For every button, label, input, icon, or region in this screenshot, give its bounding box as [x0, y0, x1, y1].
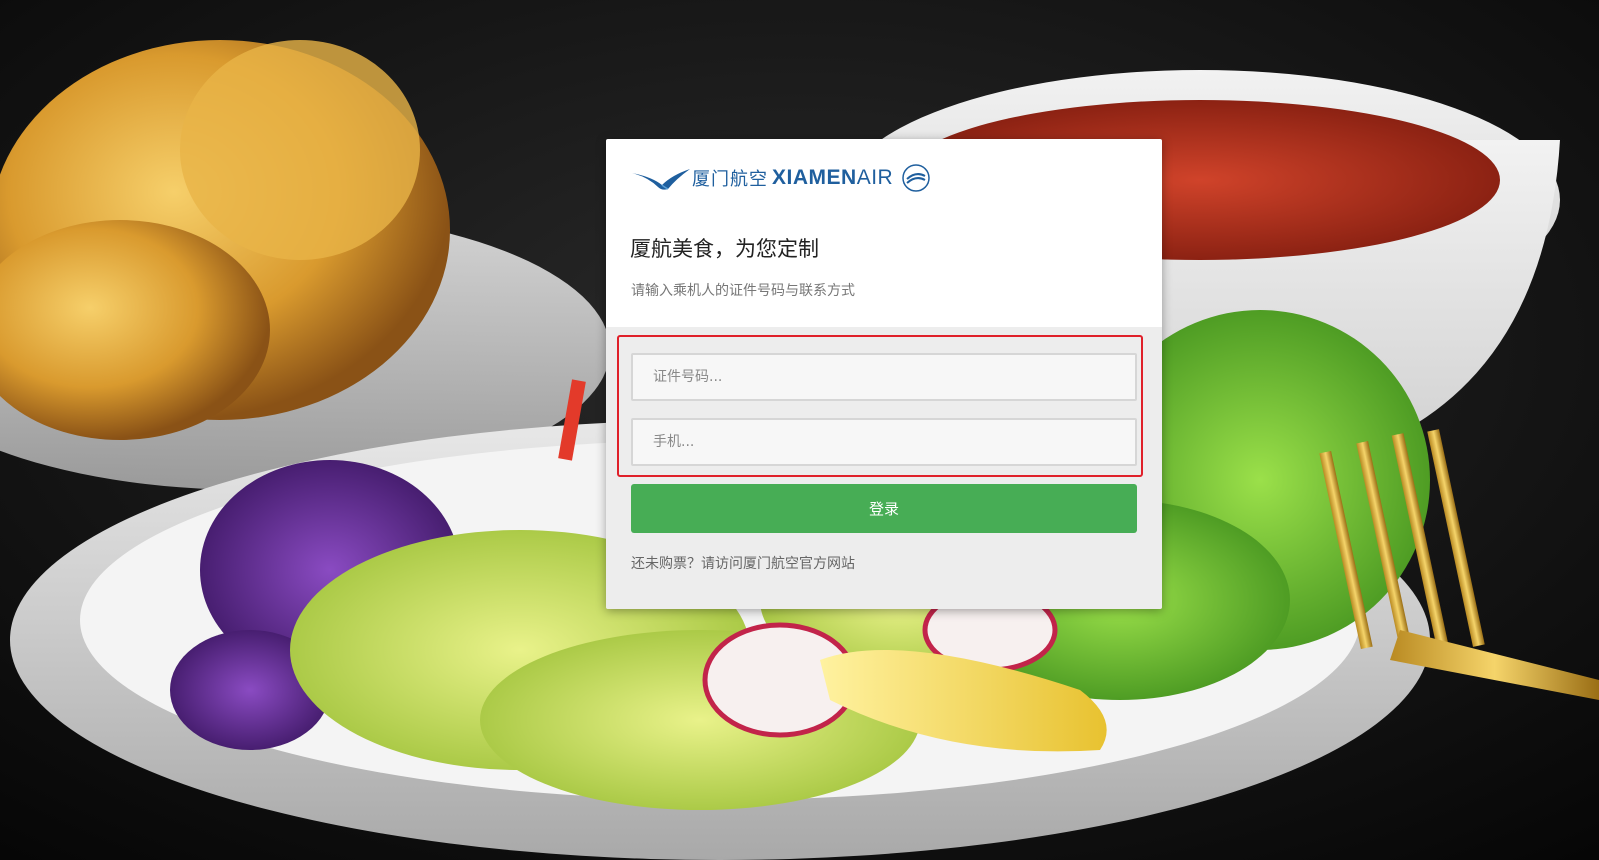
brand-name-en-light: AIR [856, 166, 894, 189]
skyteam-seal-icon [902, 164, 930, 192]
brand-name-cn: 厦门航空 [692, 169, 768, 190]
xiamen-air-logo: 厦门航空 XIAMENAIR [632, 161, 931, 195]
phone-input[interactable] [631, 418, 1137, 466]
card-header: 厦门航空 XIAMENAIR 厦航美食，为您定制 请输入乘机人的证件号码与联系方… [606, 139, 1162, 327]
page-title: 厦航美食，为您定制 [630, 237, 819, 261]
page-subtitle: 请输入乘机人的证件号码与联系方式 [631, 283, 855, 299]
id-number-input[interactable] [631, 353, 1137, 401]
login-card: 厦门航空 XIAMENAIR 厦航美食，为您定制 请输入乘机人的证件号码与联系方… [606, 139, 1162, 609]
brand-name-en: XIAMENAIR [772, 166, 893, 190]
official-site-link[interactable]: 还未购票？请访问厦门航空官方网站 [631, 553, 855, 573]
egret-bird-icon [632, 169, 690, 190]
brand-name-en-bold: XIAMEN [772, 166, 857, 189]
login-button[interactable]: 登录 [631, 484, 1137, 533]
